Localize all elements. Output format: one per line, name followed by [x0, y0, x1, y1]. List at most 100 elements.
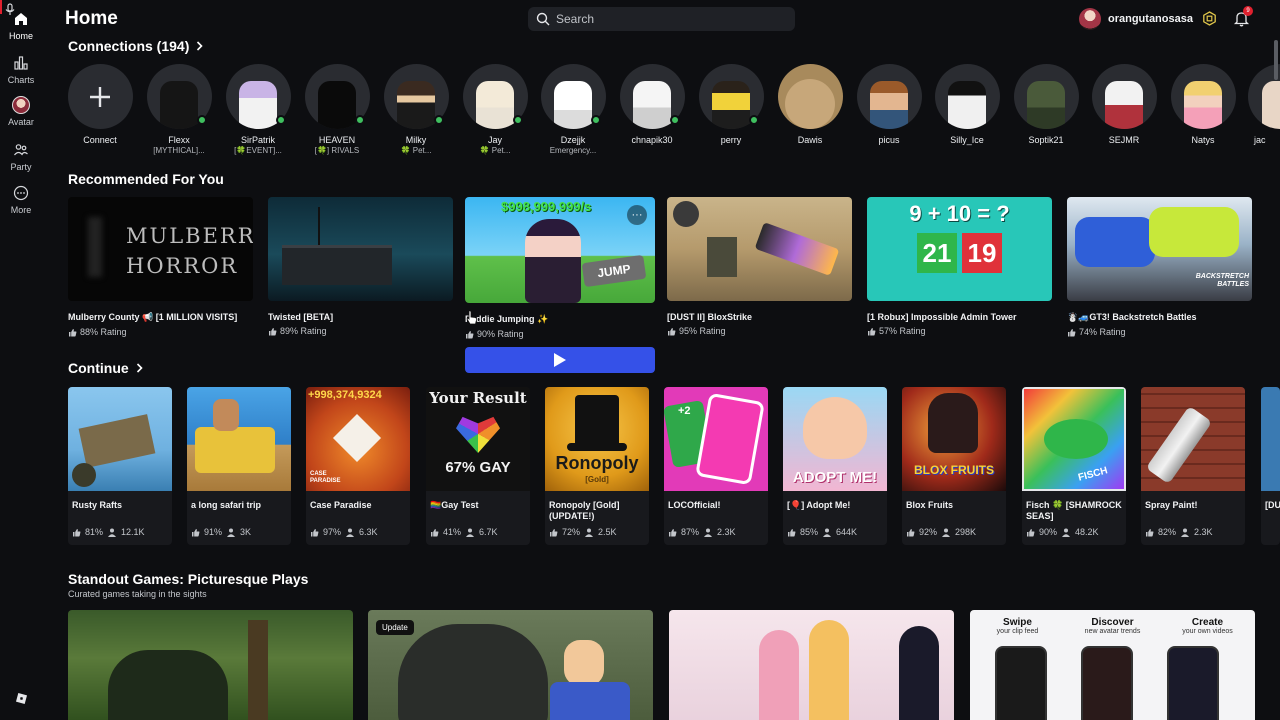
- play-icon: [554, 353, 566, 367]
- connection-item[interactable]: HEAVEN [🍀] RIVALS: [303, 64, 371, 155]
- game-stats: 90% 48.2K: [1026, 527, 1099, 537]
- game-title: Case Paradise: [310, 500, 372, 510]
- connection-item[interactable]: Soptik21: [1012, 64, 1080, 145]
- thumbnail-text: Ronopoly: [555, 453, 639, 473]
- online-indicator: [434, 115, 444, 125]
- user-profile-chip[interactable]: orangutanosasa: [1079, 8, 1193, 30]
- game-thumbnail: [1261, 387, 1280, 491]
- game-title: Blox Fruits: [906, 500, 954, 510]
- standout-subtitle: Curated games taking in the sights: [68, 589, 207, 599]
- thumbs-up-icon: [431, 528, 439, 536]
- connection-item[interactable]: SirPatrik [🍀EVENT]...: [224, 64, 292, 155]
- game-thumbnail: [68, 387, 172, 491]
- continue-card[interactable]: Spray Paint! 82% 2.3K: [1141, 387, 1245, 545]
- game-thumbnail: +998,374,9324 CASE PARADISE: [306, 387, 410, 491]
- continue-card[interactable]: ADOPT ME! [🎈] Adopt Me! 85% 644K: [783, 387, 887, 545]
- online-indicator: [355, 115, 365, 125]
- connection-item[interactable]: Dawis: [776, 64, 844, 145]
- connection-avatar: [1013, 64, 1079, 129]
- continue-card[interactable]: Your Result 67% GAY 🏳️‍🌈Gay Test 41% 6.7…: [426, 387, 530, 545]
- thumbs-up-icon: [192, 528, 200, 536]
- connections-header[interactable]: Connections (194): [68, 38, 204, 54]
- game-rating: 74% Rating: [1067, 327, 1252, 337]
- thumbnail-text-2: CASE PARADISE: [310, 471, 341, 484]
- player-count: 6.7K: [479, 527, 498, 537]
- phone-mockup: [1081, 646, 1133, 720]
- search-input[interactable]: [556, 12, 776, 26]
- continue-card[interactable]: [DU: [1261, 387, 1280, 545]
- game-title: LOCOfficial!: [668, 500, 721, 510]
- game-card[interactable]: 9 + 10 = ? 21 19 [1 Robux] Impossible Ad…: [867, 197, 1052, 336]
- user-avatar: [1079, 8, 1101, 30]
- continue-card[interactable]: Rusty Rafts 81% 12.1K: [68, 387, 172, 545]
- scrollbar-thumb[interactable]: [1274, 40, 1278, 80]
- connection-item[interactable]: Jay 🍀 Pet...: [461, 64, 529, 155]
- thumbnail-text: +2: [678, 405, 691, 417]
- game-card[interactable]: BACKSTRETCH BATTLES ☃️🚙GT3! Backstretch …: [1067, 197, 1252, 337]
- connection-item[interactable]: Milky 🍀 Pet...: [382, 64, 450, 155]
- game-card[interactable]: [DUST II] BloxStrike 95% Rating: [667, 197, 852, 336]
- standout-card[interactable]: [68, 610, 353, 720]
- robux-icon[interactable]: [1202, 11, 1217, 26]
- game-title: ☃️🚙GT3! Backstretch Battles: [1067, 312, 1197, 322]
- players-icon: [227, 528, 236, 537]
- connection-item[interactable]: perry: [697, 64, 765, 146]
- continue-card[interactable]: a long safari trip 91% 3K: [187, 387, 291, 545]
- players-icon: [585, 528, 594, 537]
- rating-text: 91%: [204, 527, 223, 537]
- standout-card[interactable]: Update: [368, 610, 653, 720]
- player-count: 12.1K: [121, 527, 145, 537]
- game-card-hovered[interactable]: $998,999,999/s JUMP ··· Paddie Jumping ✨…: [465, 197, 655, 339]
- thumbs-up-icon: [788, 528, 796, 536]
- connection-name: Dawis: [797, 135, 823, 145]
- connection-avatar: [1091, 64, 1157, 129]
- continue-card[interactable]: +2 LOCOfficial! 87% 2.3K: [664, 387, 768, 545]
- charts-icon: [12, 54, 30, 72]
- connection-item[interactable]: SEJMR: [1090, 64, 1158, 145]
- connect-button[interactable]: Connect: [66, 64, 134, 145]
- thumbs-up-icon: [466, 330, 474, 338]
- game-card[interactable]: Twisted [BETA] 89% Rating: [268, 197, 453, 336]
- thumbs-up-icon: [311, 528, 319, 536]
- rating-text: 87%: [681, 527, 700, 537]
- game-title: [DUST II] BloxStrike: [667, 312, 753, 322]
- game-card[interactable]: MULBERRY HORROR Mulberry County 📢 [1 MIL…: [68, 197, 253, 337]
- nav-party[interactable]: Party: [0, 141, 42, 172]
- roblox-logo-icon[interactable]: [15, 692, 28, 705]
- standout-card[interactable]: [669, 610, 954, 720]
- rating-text: 82%: [1158, 527, 1177, 537]
- thumbs-up-icon: [907, 528, 915, 536]
- thumbnail-answer-a: 21: [917, 233, 957, 273]
- standout-card[interactable]: Swipe your clip feed Discover new avatar…: [970, 610, 1255, 720]
- continue-card[interactable]: +998,374,9324 CASE PARADISE Case Paradis…: [306, 387, 410, 545]
- connection-item[interactable]: Dzejjk Emergency...: [539, 64, 607, 155]
- connection-item[interactable]: chnapik30: [618, 64, 686, 146]
- connection-item[interactable]: picus: [855, 64, 923, 145]
- continue-card[interactable]: Ronopoly [Gold] Ronopoly [Gold] (UPDATE!…: [545, 387, 649, 545]
- players-icon: [1181, 528, 1190, 537]
- nav-avatar[interactable]: Avatar: [0, 96, 42, 127]
- thumbnail-answer-b: 19: [962, 233, 1002, 273]
- nav-charts[interactable]: Charts: [0, 54, 42, 85]
- connection-status: [🍀] RIVALS: [314, 146, 360, 155]
- game-title: Ronopoly [Gold] (UPDATE!): [549, 500, 620, 521]
- connection-avatar: [777, 64, 843, 129]
- continue-card[interactable]: BLOX FRUITS Blox Fruits 92% 298K: [902, 387, 1006, 545]
- continue-card[interactable]: FISCH Fisch 🍀 [SHAMROCK SEAS] 90% 48.2K: [1022, 387, 1126, 545]
- connection-item[interactable]: Silly_Ice: [933, 64, 1001, 145]
- rating-text: 72%: [562, 527, 581, 537]
- continue-header[interactable]: Continue: [68, 360, 144, 376]
- search-bar[interactable]: [528, 7, 795, 31]
- connection-item[interactable]: Natys: [1169, 64, 1237, 145]
- thumbs-up-icon: [1146, 528, 1154, 536]
- game-title: Paddie Jumping ✨: [465, 314, 549, 324]
- search-icon: [536, 12, 550, 26]
- nav-more[interactable]: More: [0, 184, 42, 215]
- more-icon: [12, 184, 30, 202]
- game-title: [1 Robux] Impossible Admin Tower: [867, 312, 1017, 322]
- nav-charts-label: Charts: [7, 75, 35, 85]
- play-button[interactable]: [465, 347, 655, 373]
- nav-home[interactable]: Home: [0, 10, 42, 41]
- connection-item[interactable]: Flexx [MYTHICAL]...: [145, 64, 213, 155]
- more-options-button[interactable]: ···: [627, 205, 647, 225]
